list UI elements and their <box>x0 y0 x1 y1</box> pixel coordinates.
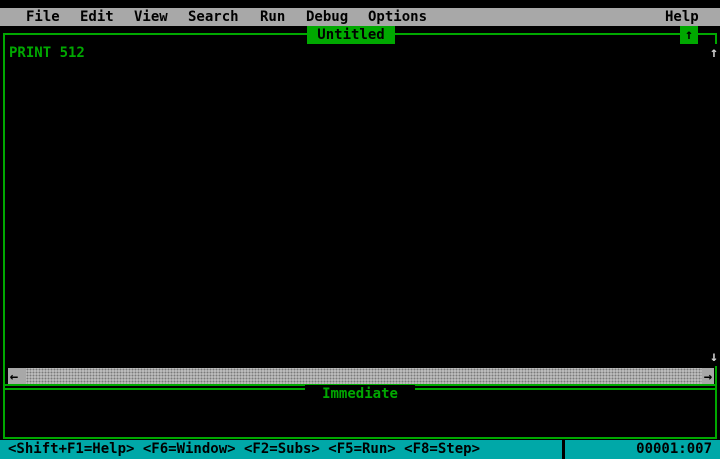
immediate-title: Immediate <box>305 385 415 403</box>
menu-view[interactable]: View <box>134 8 168 26</box>
status-bar: <Shift+F1=Help> <F6=Window> <F2=Subs> <F… <box>0 440 720 459</box>
menu-bar: File Edit View Search Run Debug Options … <box>0 8 720 26</box>
status-key-hints: <Shift+F1=Help> <F6=Window> <F2=Subs> <F… <box>8 441 481 457</box>
scroll-up-icon[interactable]: ↑ <box>708 44 720 62</box>
menu-edit[interactable]: Edit <box>80 8 114 26</box>
menu-run[interactable]: Run <box>260 8 285 26</box>
code-line-1[interactable]: PRINT 512 <box>9 44 85 62</box>
menu-search[interactable]: Search <box>188 8 239 26</box>
menu-file[interactable]: File <box>26 8 60 26</box>
editor-title: Untitled <box>307 26 395 44</box>
vertical-scrollbar[interactable]: ↑ ↓ <box>708 44 720 366</box>
scroll-down-icon[interactable]: ↓ <box>708 348 720 366</box>
menu-debug[interactable]: Debug <box>306 8 348 26</box>
maximize-button[interactable]: ↑ <box>680 26 698 44</box>
editor-window[interactable] <box>3 33 717 390</box>
status-divider <box>562 440 565 459</box>
menu-options[interactable]: Options <box>368 8 427 26</box>
menu-help[interactable]: Help <box>665 8 699 26</box>
horizontal-scrollbar[interactable]: ← → <box>8 368 714 385</box>
horizontal-scroll-track[interactable] <box>26 368 702 385</box>
cursor-position: 00001:007 <box>636 441 712 457</box>
